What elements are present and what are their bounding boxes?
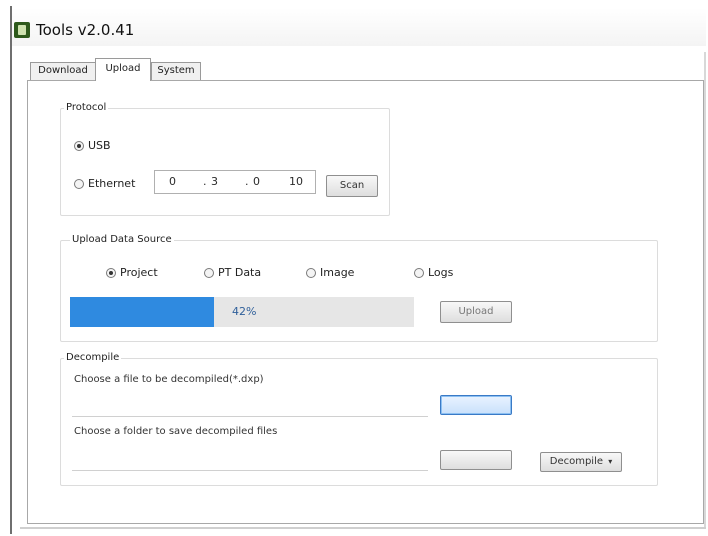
source-radio-pt-data[interactable]: PT Data xyxy=(204,266,261,279)
decompile-button[interactable]: Decompile ▾ xyxy=(540,452,622,472)
upload-button[interactable]: Upload xyxy=(440,301,512,323)
decompile-file-input[interactable] xyxy=(72,392,428,417)
source-radio-image-indicator[interactable] xyxy=(306,267,316,278)
scan-button[interactable]: Scan xyxy=(326,175,378,197)
source-radio-logs-label: Logs xyxy=(428,266,454,279)
source-radio-pt-data-label: PT Data xyxy=(218,266,262,279)
decompile-button-label: Decompile xyxy=(549,456,604,467)
decompile-legend: Decompile xyxy=(64,352,122,363)
source-radio-logs[interactable]: Logs xyxy=(414,266,453,279)
tab-system[interactable]: System xyxy=(151,62,201,80)
upload-progress-fill xyxy=(70,297,215,327)
window-title: Tools v2.0.41 xyxy=(36,21,135,39)
ip-separator: . xyxy=(245,175,249,188)
ethernet-radio-indicator[interactable] xyxy=(74,178,84,189)
decompile-folder-prompt: Choose a folder to save decompiled files xyxy=(74,426,278,437)
ethernet-radio[interactable]: Ethernet xyxy=(74,177,135,190)
decompile-file-prompt: Choose a file to be decompiled(*.dxp) xyxy=(74,374,264,385)
chevron-down-icon: ▾ xyxy=(608,457,613,466)
browse-folder-button[interactable] xyxy=(440,450,512,470)
tab-download[interactable]: Download xyxy=(30,62,96,80)
source-radio-pt-data-indicator[interactable] xyxy=(204,267,214,278)
source-radio-project-indicator[interactable] xyxy=(106,267,116,278)
ip-address-input[interactable]: 0 . 3 . 0 10 xyxy=(154,170,316,194)
tab-upload[interactable]: Upload xyxy=(95,58,151,81)
ethernet-radio-label: Ethernet xyxy=(88,177,136,190)
decompile-folder-input[interactable] xyxy=(72,444,428,471)
upload-data-source-legend: Upload Data Source xyxy=(70,234,174,245)
source-radio-project-label: Project xyxy=(120,266,158,279)
usb-radio-label: USB xyxy=(88,139,111,152)
app-icon xyxy=(14,22,30,38)
protocol-legend: Protocol xyxy=(64,102,109,113)
source-radio-image-label: Image xyxy=(320,266,355,279)
ip-octet-4: 10 xyxy=(289,175,303,188)
protocol-group xyxy=(60,108,390,216)
ip-octet-2: 3 xyxy=(211,175,218,188)
window-right-edge xyxy=(704,52,706,528)
browse-file-button[interactable] xyxy=(440,395,512,415)
source-radio-project[interactable]: Project xyxy=(106,266,158,279)
source-radio-logs-indicator[interactable] xyxy=(414,267,424,278)
title-bar[interactable]: Tools v2.0.41 xyxy=(12,8,706,46)
source-radio-image[interactable]: Image xyxy=(306,266,354,279)
ip-octet-1: 0 xyxy=(169,175,176,188)
usb-radio[interactable]: USB xyxy=(74,139,111,152)
ip-octet-3: 0 xyxy=(253,175,260,188)
upload-progress-percent: 42% xyxy=(232,305,257,318)
window-bottom-edge xyxy=(20,527,706,529)
ip-separator: . xyxy=(203,175,207,188)
usb-radio-indicator[interactable] xyxy=(74,140,84,151)
